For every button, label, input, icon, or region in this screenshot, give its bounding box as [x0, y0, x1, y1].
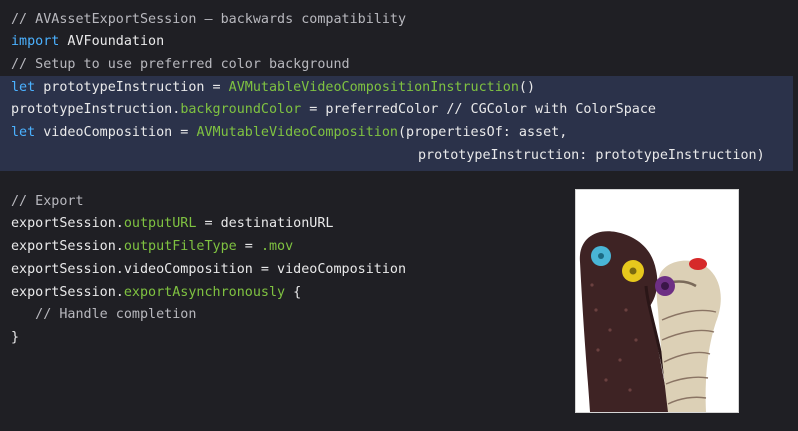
code-text: videoComposition =	[35, 125, 197, 140]
code-text: exportSession.	[11, 239, 124, 254]
code-line-output-file-type: exportSession.outputFileType = .mov	[11, 237, 293, 257]
code-line-import: import AVFoundation	[11, 32, 164, 52]
property-name: backgroundColor	[180, 102, 302, 117]
keyword-let: let	[11, 125, 36, 140]
code-line-comment: // Export	[11, 194, 84, 209]
code-line-output-url: exportSession.outputURL = destinationURL	[11, 214, 334, 234]
keyword-let: let	[11, 80, 36, 95]
code-line-comment: // Handle completion	[11, 307, 197, 322]
code-text: = destinationURL	[196, 216, 334, 231]
code-line-background-color: prototypeInstruction.backgroundColor = p…	[11, 100, 656, 120]
code-line-export-async: exportSession.exportAsynchronously {	[11, 283, 301, 303]
code-text: {	[285, 285, 302, 300]
code-line-prototype: let prototypeInstruction = AVMutableVide…	[11, 78, 535, 98]
enum-value: .mov	[260, 239, 294, 254]
keyword-import: import	[11, 34, 60, 49]
code-line-video-composition-assign: exportSession.videoComposition = videoCo…	[11, 262, 407, 277]
code-text: = preferredColor // CGColor with ColorSp…	[301, 102, 656, 117]
method-name: exportAsynchronously	[123, 285, 286, 300]
property-name: outputURL	[123, 216, 197, 231]
code-line-closing-brace: }	[11, 330, 20, 345]
code-text: prototypeInstruction.	[11, 102, 181, 117]
code-text: (propertiesOf: asset,	[397, 125, 568, 140]
code-text: AVFoundation	[59, 34, 165, 49]
sock-puppets-image	[575, 189, 739, 413]
type-name: AVMutableVideoCompositionInstruction	[228, 80, 519, 95]
code-text: exportSession.	[11, 216, 124, 231]
code-text: =	[236, 239, 261, 254]
type-name: AVMutableVideoComposition	[196, 125, 398, 140]
code-line-continuation: prototypeInstruction: prototypeInstructi…	[418, 148, 765, 163]
code-line-comment: // Setup to use preferred color backgrou…	[11, 57, 350, 72]
code-text: ()	[518, 80, 536, 95]
property-name: outputFileType	[123, 239, 237, 254]
code-text: exportSession.	[11, 285, 124, 300]
code-text: prototypeInstruction =	[35, 80, 229, 95]
code-line-video-composition: let videoComposition = AVMutableVideoCom…	[11, 123, 567, 143]
code-line-comment: // AVAssetExportSession – backwards comp…	[11, 12, 407, 27]
